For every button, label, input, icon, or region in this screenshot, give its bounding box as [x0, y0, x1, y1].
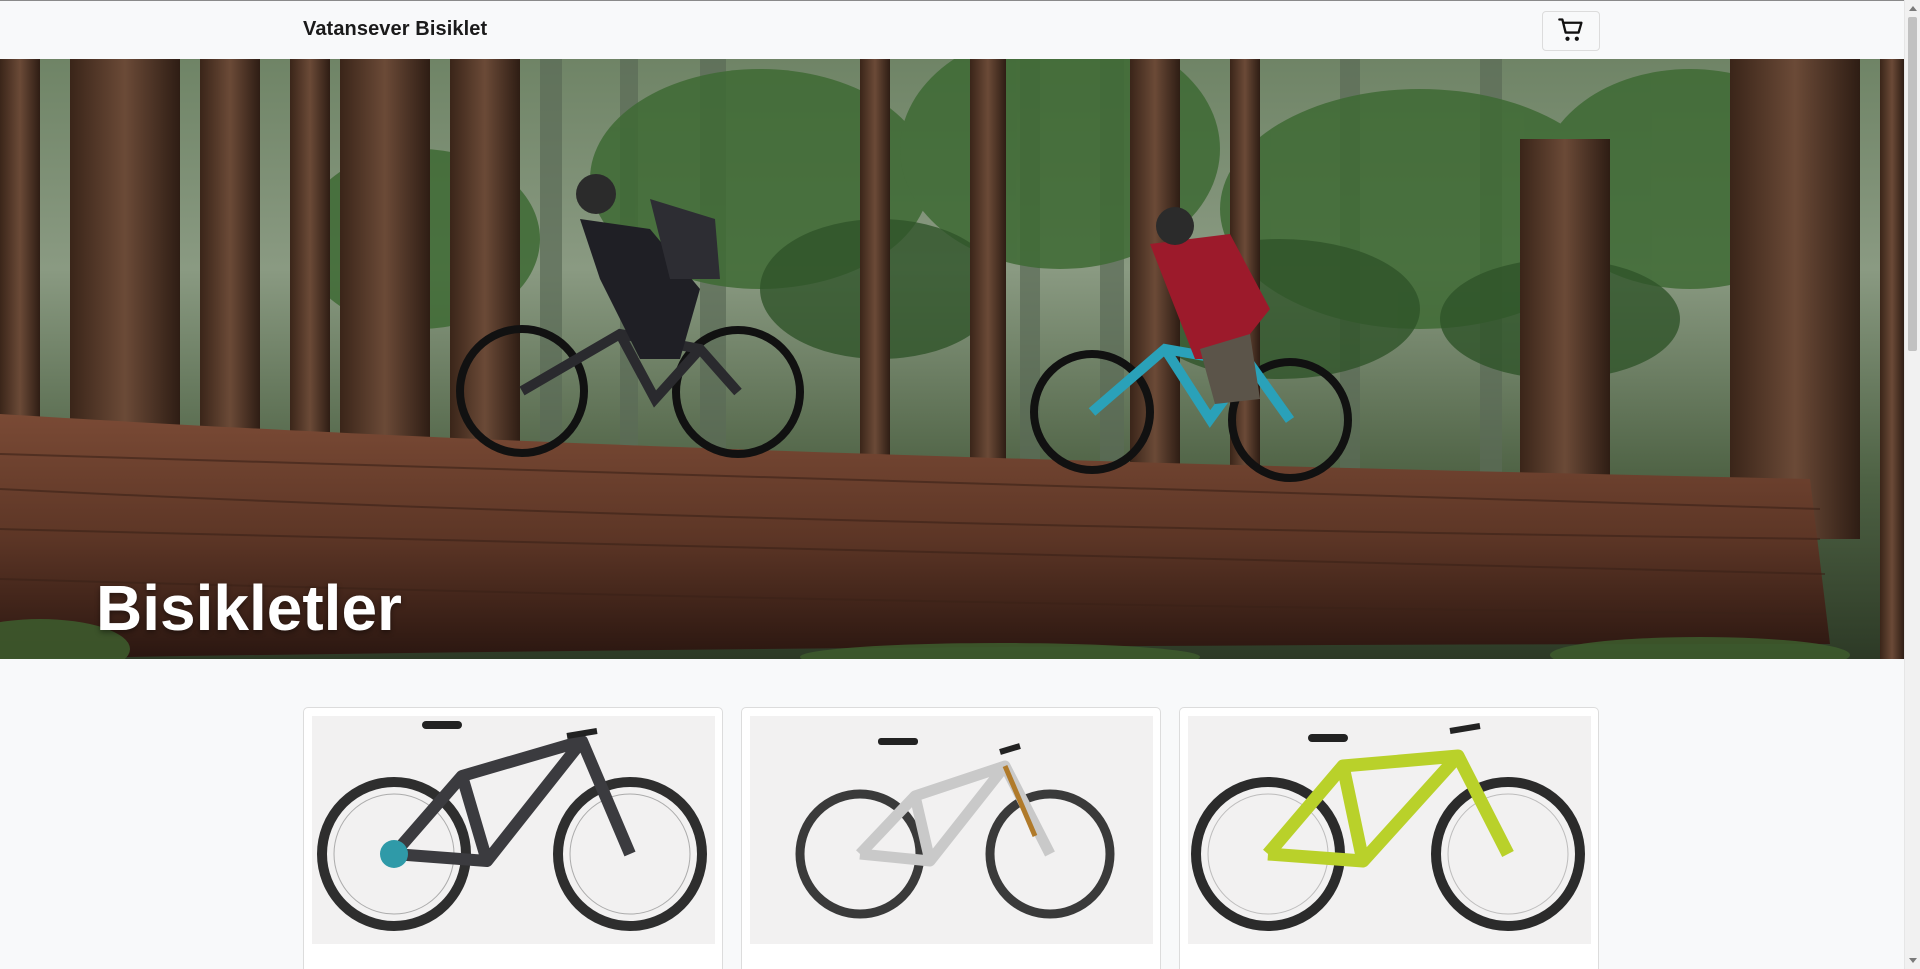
navbar: Vatansever Bisiklet [0, 1, 1904, 59]
product-card[interactable] [1179, 707, 1599, 969]
hero-title: Bisikletler [96, 572, 402, 644]
scroll-down-icon[interactable] [1909, 958, 1917, 963]
product-image[interactable] [1188, 716, 1591, 944]
vertical-scrollbar[interactable] [1904, 0, 1920, 969]
product-image[interactable] [750, 716, 1153, 944]
product-card[interactable] [741, 707, 1161, 969]
product-image[interactable] [312, 716, 715, 944]
hero-banner: Bisikletler [0, 59, 1904, 659]
brand-link[interactable]: Vatansever Bisiklet [303, 18, 487, 41]
product-grid [303, 707, 1599, 969]
hero-forest-image [0, 59, 1904, 659]
product-card[interactable] [303, 707, 723, 969]
cart-button[interactable] [1542, 11, 1600, 51]
scroll-thumb[interactable] [1908, 17, 1917, 351]
shopping-cart-icon [1557, 16, 1585, 47]
scroll-up-icon[interactable] [1909, 6, 1917, 11]
